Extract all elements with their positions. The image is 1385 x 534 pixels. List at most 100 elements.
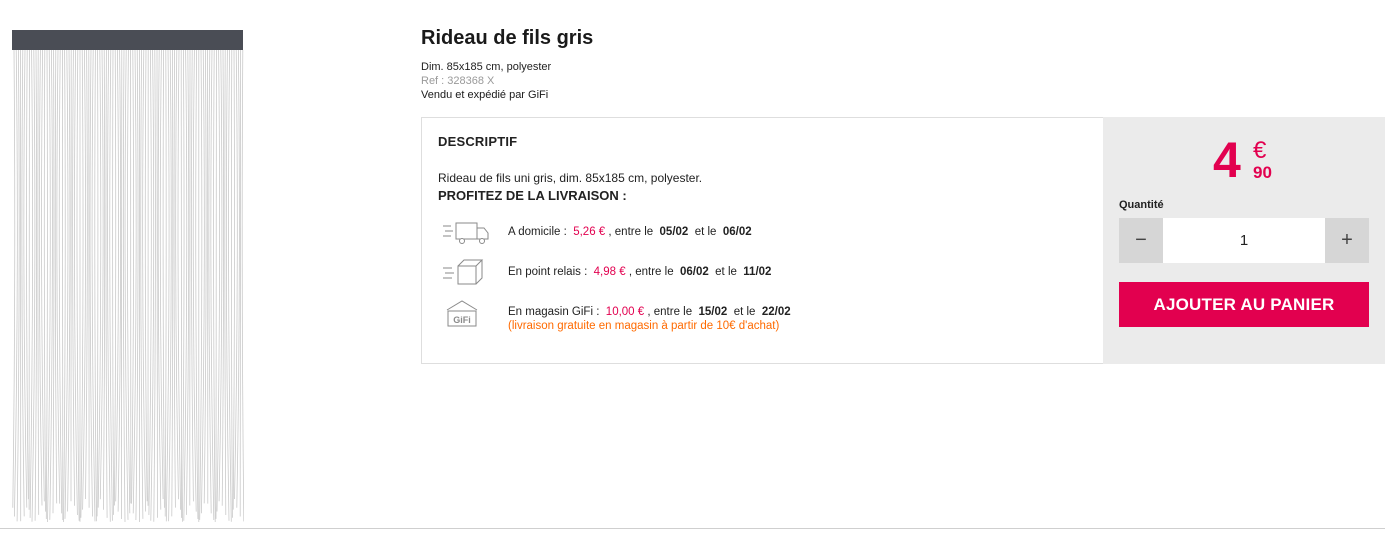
- curtain-string: [76, 49, 80, 521]
- curtain-string: [43, 49, 46, 512]
- product-meta: Dim. 85x185 cm, polyester Ref : 328368 X…: [421, 60, 551, 102]
- curtain-string: [96, 49, 99, 517]
- bottom-divider: [0, 528, 1385, 529]
- shipping-and-text: et le: [715, 266, 737, 278]
- shipping-date-from: 05/02: [659, 226, 689, 238]
- shipping-price: 5,26 €: [573, 226, 606, 238]
- curtain-string: [216, 49, 220, 512]
- curtain-string: [164, 49, 167, 517]
- shipping-row-relay: En point relais : 4,98 € , entre le 06/0…: [438, 258, 1078, 292]
- quantity-stepper: − +: [1119, 218, 1369, 263]
- curtain-string: [148, 49, 152, 516]
- shipping-line-relay: En point relais : 4,98 € , entre le 06/0…: [508, 266, 771, 278]
- curtain-string: [61, 49, 64, 521]
- curtain-string: [58, 49, 63, 514]
- curtain-string: [144, 49, 148, 502]
- curtain-string: [165, 49, 170, 522]
- quantity-label: Quantité: [1119, 199, 1164, 211]
- curtain-string: [115, 49, 119, 502]
- curtain-string: [103, 49, 106, 510]
- curtain-string: [199, 49, 203, 520]
- curtain-string: [231, 49, 233, 518]
- curtain-string: [213, 49, 216, 523]
- shipping-date-to: 22/02: [761, 306, 791, 318]
- curtain-string: [29, 49, 33, 518]
- purchase-panel: 4 € 90 Quantité − + AJOUTER AU PANIER: [1103, 117, 1385, 364]
- shipping-between-text: , entre le: [608, 226, 654, 238]
- curtain-string: [109, 49, 113, 521]
- curtain-string: [12, 49, 16, 508]
- curtain-string: [47, 49, 51, 523]
- price-cents: 90: [1253, 163, 1272, 182]
- curtain-string: [239, 49, 242, 517]
- curtain-string: [173, 49, 176, 508]
- curtain-string: [159, 49, 164, 500]
- svg-text:GiFi: GiFi: [453, 315, 471, 325]
- shipping-price: 10,00 €: [605, 306, 645, 318]
- description-panel: DESCRIPTIF Rideau de fils uni gris, dim.…: [421, 117, 1104, 364]
- free-delivery-note: (livraison gratuite en magasin à partir …: [508, 320, 780, 332]
- curtain-string: [105, 49, 108, 518]
- quantity-decrease-button[interactable]: −: [1119, 218, 1163, 263]
- shipping-date-to: 06/02: [722, 226, 752, 238]
- shipping-row-home: A domicile : 5,26 € , entre le 05/02 et …: [438, 218, 1078, 252]
- delivery-truck-icon: [443, 222, 489, 244]
- curtain-string: [122, 49, 126, 523]
- description-text: Rideau de fils uni gris, dim. 85x185 cm,…: [438, 171, 703, 185]
- curtain-string: [195, 49, 199, 520]
- shipping-and-text: et le: [733, 306, 756, 318]
- string-curtain-image: [12, 30, 244, 523]
- curtain-string: [45, 49, 48, 520]
- curtain-string: [114, 49, 117, 506]
- curtain-string: [94, 49, 97, 522]
- curtain-string: [131, 49, 134, 504]
- shipping-line-home: A domicile : 5,26 € , entre le 05/02 et …: [508, 226, 752, 238]
- curtain-string: [162, 49, 165, 508]
- shipping-date-from: 06/02: [679, 266, 709, 278]
- curtain-string: [41, 49, 45, 502]
- curtain-string: [26, 49, 29, 500]
- shipping-price: 4,98 €: [593, 266, 626, 278]
- curtain-string: [54, 49, 58, 504]
- curtain-string: [171, 49, 174, 517]
- curtain-string: [112, 49, 114, 515]
- gifi-store-icon: GiFi: [446, 300, 478, 327]
- product-dimensions: Dim. 85x185 cm, polyester: [421, 61, 552, 73]
- product-image: [12, 28, 244, 524]
- curtain-string: [37, 49, 40, 515]
- curtain-string: [127, 49, 131, 514]
- curtain-string: [63, 49, 66, 523]
- curtain-string: [241, 49, 244, 522]
- curtain-string: [177, 49, 181, 510]
- curtain-string: [180, 49, 182, 518]
- curtain-string: [153, 49, 156, 522]
- shipping-between-text: , entre le: [647, 306, 693, 318]
- curtain-string: [182, 49, 185, 522]
- curtain-rod: [12, 30, 243, 50]
- shipping-label: A domicile :: [508, 226, 567, 238]
- curtain-string: [97, 49, 102, 508]
- shipping-date-from: 15/02: [698, 306, 728, 318]
- shipping-row-store: GiFi En magasin GiFi : 10,00 € , entre l…: [438, 298, 1078, 332]
- quantity-increase-button[interactable]: +: [1325, 218, 1369, 263]
- delivery-promo-heading: PROFITEZ DE LA LIVRAISON :: [438, 188, 627, 203]
- curtain-string: [52, 49, 55, 514]
- curtain-string: [34, 49, 38, 521]
- curtain-string: [224, 49, 227, 516]
- quantity-input[interactable]: [1163, 218, 1325, 263]
- price-currency: €: [1253, 137, 1267, 164]
- product-title: Rideau de fils gris: [421, 27, 594, 49]
- curtain-string: [221, 49, 224, 506]
- curtain-string: [215, 49, 218, 519]
- curtain-string: [121, 49, 123, 520]
- package-box-icon: [443, 259, 484, 285]
- add-to-cart-button[interactable]: AJOUTER AU PANIER: [1119, 282, 1369, 327]
- curtain-string: [228, 49, 232, 522]
- product-seller: Vendu et expédié par GiFi: [421, 89, 549, 101]
- curtain-string: [232, 49, 235, 510]
- description-heading: DESCRIPTIF: [438, 134, 518, 149]
- shipping-date-to: 11/02: [743, 266, 772, 278]
- price-euros: 4: [1213, 132, 1241, 188]
- shipping-line-store: En magasin GiFi : 10,00 € , entre le 15/…: [508, 306, 791, 318]
- shipping-between-text: , entre le: [628, 266, 674, 278]
